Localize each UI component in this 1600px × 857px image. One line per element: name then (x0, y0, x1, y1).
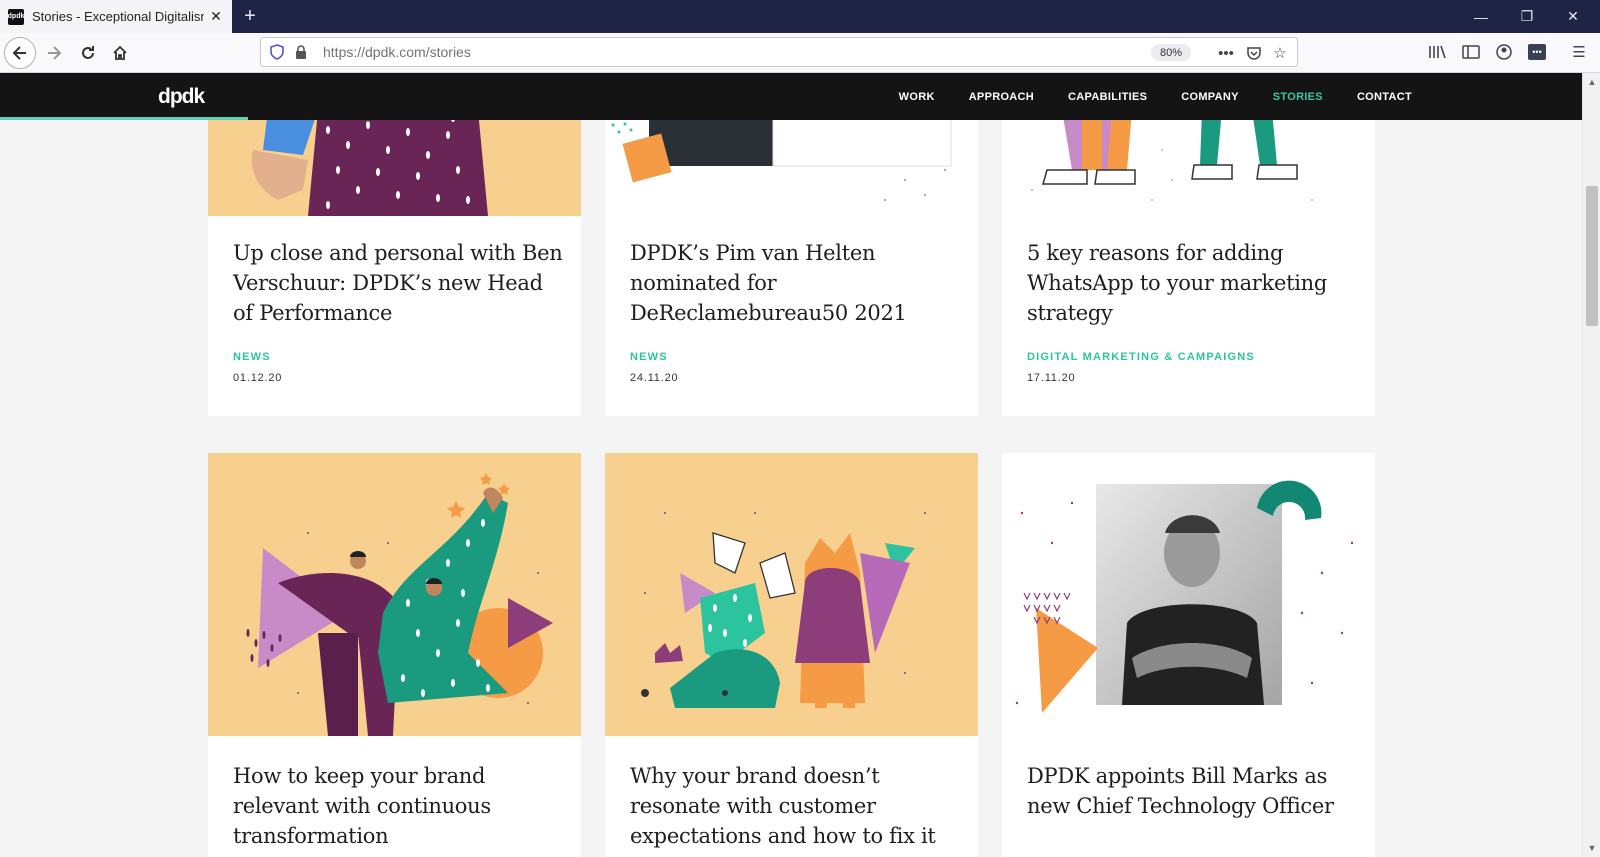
story-category[interactable]: DIGITAL MARKETING & CAMPAIGNS (1027, 351, 1255, 363)
story-title[interactable]: DPDK appoints Bill Marks as new Chief Te… (1027, 761, 1357, 821)
new-tab-icon[interactable]: + (238, 4, 262, 28)
back-button[interactable] (4, 37, 36, 69)
story-image (605, 453, 978, 736)
site-header: dpdk WORK APPROACH CAPABILITIES COMPANY … (0, 73, 1582, 120)
nav-approach[interactable]: APPROACH (969, 91, 1034, 103)
story-date: 24.11.20 (630, 372, 679, 384)
arrow-left-icon (12, 46, 26, 60)
close-tab-icon[interactable]: ✕ (206, 7, 226, 27)
browser-tab[interactable]: dpdk Stories - Exceptional Digitalism ✕ (0, 0, 232, 33)
sidebar-icon[interactable] (1460, 41, 1482, 63)
story-date: 01.12.20 (233, 372, 283, 384)
pocket-icon[interactable] (1243, 42, 1265, 64)
zoom-level-button[interactable]: 80% (1151, 44, 1191, 61)
story-title[interactable]: Up close and personal with Ben Verschuur… (233, 238, 563, 328)
tab-title: Stories - Exceptional Digitalism (32, 9, 204, 24)
story-card[interactable]: DPDK appoints Bill Marks as new Chief Te… (1002, 453, 1375, 857)
story-illustration (251, 120, 488, 216)
scroll-up-icon[interactable]: ▲ (1587, 77, 1597, 87)
url-text: https://dpdk.com/stories (323, 44, 471, 60)
nav-company[interactable]: COMPANY (1181, 91, 1239, 103)
story-card[interactable]: 5 key reasons for adding WhatsApp to you… (1002, 120, 1375, 416)
story-image (208, 453, 581, 736)
story-card[interactable]: DPDK’s Pim van Helten nominated for DeRe… (605, 120, 978, 416)
main-nav: WORK APPROACH CAPABILITIES COMPANY STORI… (865, 73, 1412, 120)
restore-icon[interactable]: ❐ (1504, 0, 1550, 33)
home-icon (113, 45, 127, 60)
nav-contact[interactable]: CONTACT (1357, 91, 1412, 103)
window-close-icon[interactable]: ✕ (1550, 0, 1596, 33)
story-image (1002, 120, 1375, 216)
extension-icon[interactable]: ••• (1526, 41, 1548, 63)
nav-work[interactable]: WORK (899, 91, 935, 103)
story-image (1002, 453, 1375, 736)
story-category[interactable]: NEWS (630, 351, 668, 363)
browser-navigation-bar: https://dpdk.com/stories 80% ••• ☆ ••• ☰ (0, 33, 1600, 73)
library-icon[interactable] (1426, 41, 1448, 63)
story-title[interactable]: Why your brand doesn’t resonate with cus… (630, 761, 960, 851)
lock-icon (296, 45, 306, 59)
scroll-thumb[interactable] (1586, 186, 1598, 326)
story-date: 17.11.20 (1027, 372, 1076, 384)
nav-stories[interactable]: STORIES (1273, 91, 1323, 103)
story-title[interactable]: 5 key reasons for adding WhatsApp to you… (1027, 238, 1357, 328)
story-category[interactable]: NEWS (233, 351, 271, 363)
favicon-icon: dpdk (8, 8, 24, 25)
page-actions-icon[interactable]: ••• (1215, 42, 1237, 64)
address-bar[interactable]: https://dpdk.com/stories 80% ••• ☆ (260, 37, 1298, 67)
bookmark-star-icon[interactable]: ☆ (1269, 42, 1291, 64)
story-card[interactable]: Up close and personal with Ben Verschuur… (208, 120, 581, 416)
home-button[interactable] (104, 37, 136, 69)
site-logo[interactable]: dpdk (158, 85, 205, 109)
story-card[interactable]: How to keep your brand relevant with con… (208, 453, 581, 857)
story-title[interactable]: DPDK’s Pim van Helten nominated for DeRe… (630, 238, 960, 328)
reload-icon (82, 46, 94, 59)
reload-button[interactable] (72, 37, 104, 69)
story-title[interactable]: How to keep your brand relevant with con… (233, 761, 563, 851)
page-scrollbar[interactable]: ▲ ▼ (1582, 73, 1600, 857)
story-illustration (1015, 480, 1354, 713)
browser-tab-bar: dpdk Stories - Exceptional Digitalism ✕ … (0, 0, 1600, 33)
story-card[interactable]: Why your brand doesn’t resonate with cus… (605, 453, 978, 857)
forward-button[interactable] (38, 37, 70, 69)
shield-icon (270, 44, 284, 60)
story-illustration (611, 120, 952, 201)
arrow-right-icon (48, 46, 62, 60)
story-image (605, 120, 978, 216)
account-icon[interactable] (1493, 41, 1515, 63)
stories-grid: Up close and personal with Ben Verschuur… (0, 120, 1582, 857)
story-illustration (641, 512, 926, 708)
story-illustration (246, 473, 553, 736)
story-image (208, 120, 581, 216)
nav-capabilities[interactable]: CAPABILITIES (1068, 91, 1147, 103)
scroll-down-icon[interactable]: ▼ (1587, 843, 1597, 853)
hamburger-menu-icon[interactable]: ☰ (1568, 41, 1590, 63)
minimize-icon[interactable]: — (1458, 0, 1504, 33)
story-illustration (1031, 120, 1313, 201)
